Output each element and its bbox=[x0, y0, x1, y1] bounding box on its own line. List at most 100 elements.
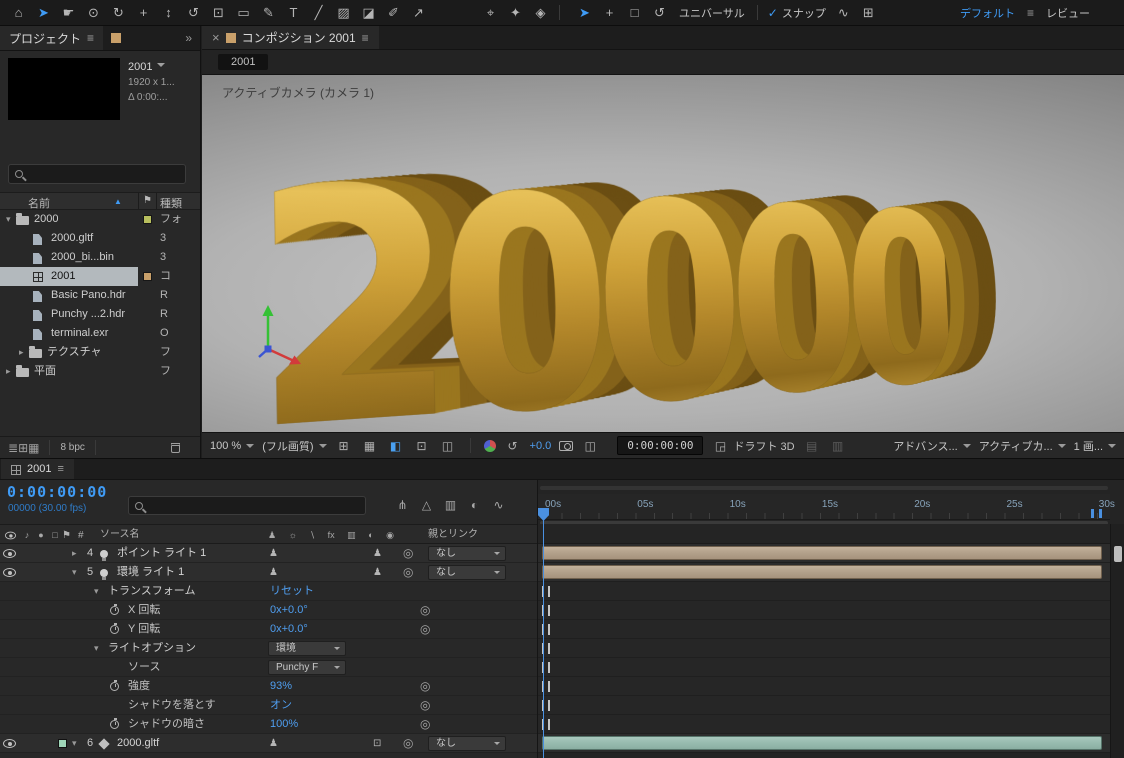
channel-icon[interactable] bbox=[483, 439, 496, 452]
tab-timeline[interactable]: 2001 ≡ bbox=[1, 459, 74, 479]
eye-icon[interactable] bbox=[3, 544, 17, 563]
axis-mode-local-icon[interactable]: ⌖ bbox=[478, 3, 503, 23]
footage-name[interactable]: 2001 bbox=[128, 60, 175, 75]
layer-duration-bar[interactable] bbox=[542, 546, 1102, 560]
layer-switch-icon[interactable]: ♟ bbox=[269, 544, 278, 563]
panel-menu-icon[interactable]: ≡ bbox=[362, 31, 369, 45]
orbit-camera-tool[interactable]: ↻ bbox=[106, 3, 131, 23]
column-divider[interactable] bbox=[156, 193, 157, 209]
timeline-row[interactable]: ▾ トランスフォーム リセット bbox=[0, 582, 537, 601]
property-group-label[interactable]: ライトオプション bbox=[108, 639, 196, 658]
playhead-line[interactable] bbox=[543, 520, 544, 758]
project-item[interactable]: Punchy ...2.hdr R bbox=[0, 305, 200, 324]
track-row[interactable] bbox=[538, 715, 1110, 734]
project-item[interactable]: Basic Pano.hdr R bbox=[0, 286, 200, 305]
tab-project[interactable]: プロジェクト ≡ bbox=[0, 26, 104, 50]
parent-dropdown[interactable]: なし bbox=[428, 565, 506, 580]
source-name-column[interactable]: ソース名 bbox=[100, 525, 140, 545]
track-row[interactable] bbox=[538, 544, 1110, 563]
eye-icon[interactable] bbox=[3, 563, 17, 582]
parent-link-column[interactable]: 親とリンク bbox=[428, 525, 478, 545]
transparency-grid-icon[interactable]: ▦ bbox=[361, 439, 379, 453]
pickwhip-icon[interactable]: ◎ bbox=[420, 601, 430, 620]
track-row[interactable] bbox=[538, 582, 1110, 601]
axis-gizmo[interactable] bbox=[246, 303, 316, 378]
frame-blend-icon[interactable]: ▥ bbox=[442, 496, 459, 514]
label-color-chip[interactable] bbox=[58, 739, 67, 748]
twirl-icon[interactable]: ▾ bbox=[6, 210, 11, 229]
stopwatch-icon[interactable] bbox=[110, 620, 119, 639]
snapshot-icon[interactable] bbox=[559, 440, 574, 451]
workspace-menu-icon[interactable]: ≡ bbox=[1027, 6, 1034, 20]
stopwatch-icon[interactable] bbox=[110, 677, 119, 696]
snap-options-icon[interactable]: ∿ bbox=[831, 3, 856, 23]
adjustment-switch-icon[interactable]: ◉ bbox=[386, 525, 394, 545]
property-label[interactable]: ソース bbox=[128, 658, 160, 677]
current-time-display[interactable]: 0:00:00:00 bbox=[7, 483, 107, 501]
project-item[interactable]: terminal.exr O bbox=[0, 324, 200, 343]
close-icon[interactable]: × bbox=[212, 30, 220, 45]
guides-icon[interactable]: ◫ bbox=[439, 439, 457, 453]
motion-blur-switch-icon[interactable]: ◐ bbox=[368, 525, 373, 545]
layer-switch-icon[interactable]: ♟ bbox=[373, 544, 382, 563]
view-dropdown[interactable]: アクティブカ... bbox=[979, 438, 1066, 454]
show-snapshot-icon[interactable]: ◫ bbox=[581, 439, 599, 453]
timeline-row[interactable]: ▾ 5 環境 ライト 1 ♟ ♟ ◎ なし bbox=[0, 563, 537, 582]
track-row[interactable] bbox=[538, 734, 1110, 753]
track-row[interactable] bbox=[538, 696, 1110, 715]
panel-expand-icon[interactable]: » bbox=[185, 31, 200, 45]
pen-tool[interactable]: ✎ bbox=[256, 3, 281, 23]
label-column-icon[interactable]: ⚑ bbox=[62, 530, 71, 541]
frame-blend-switch-icon[interactable]: ▥ bbox=[347, 525, 356, 545]
track-row[interactable] bbox=[538, 563, 1110, 582]
new-composition-icon[interactable]: ▦ bbox=[28, 441, 39, 455]
project-item[interactable]: ▸ 平面 フ bbox=[0, 362, 200, 381]
selection-gizmo-icon[interactable]: ➤ bbox=[572, 3, 597, 23]
layer-name[interactable]: ポイント ライト 1 bbox=[117, 544, 206, 563]
clone-stamp-tool[interactable]: ▨ bbox=[331, 3, 356, 23]
pickwhip-icon[interactable]: ◎ bbox=[420, 715, 430, 734]
shape-tool[interactable]: ▭ bbox=[231, 3, 256, 23]
stopwatch-icon[interactable] bbox=[110, 715, 119, 734]
eye-icon[interactable] bbox=[3, 734, 17, 753]
twirl-icon[interactable]: ▾ bbox=[94, 639, 99, 658]
snap-toggle[interactable]: ✓ スナップ bbox=[768, 5, 826, 21]
draft-3d-toggle[interactable]: ◲ ドラフト 3D bbox=[711, 438, 795, 454]
vertical-scrollbar[interactable] bbox=[1110, 524, 1124, 758]
timeline-search-input[interactable] bbox=[148, 499, 359, 512]
tab-composition[interactable]: × コンポジション 2001 ≡ bbox=[202, 26, 379, 49]
puppet-pin-tool[interactable]: ↗ bbox=[406, 3, 431, 23]
layer-duration-bar[interactable] bbox=[542, 565, 1102, 579]
time-ruler[interactable]: 00s 05s 10s 15s 20s 25s 30s bbox=[538, 494, 1115, 520]
motion-blur-icon[interactable]: ◐ bbox=[466, 496, 483, 514]
view-layout-dropdown[interactable]: 1 画... bbox=[1074, 438, 1116, 454]
collapse-switch-icon[interactable]: ☼ bbox=[289, 525, 297, 545]
fast-previews-icon[interactable]: ▤ bbox=[803, 439, 821, 453]
property-value[interactable]: 0x+0.0° bbox=[270, 601, 308, 620]
layer-switch-icon[interactable]: ♟ bbox=[373, 563, 382, 582]
property-dropdown[interactable]: Punchy F bbox=[268, 660, 346, 675]
timeline-search[interactable] bbox=[128, 496, 366, 515]
timeline-row[interactable]: ソース Punchy F bbox=[0, 658, 537, 677]
number-column-icon[interactable]: # bbox=[78, 530, 84, 541]
twirl-icon[interactable]: ▾ bbox=[72, 734, 77, 753]
twirl-icon[interactable]: ▾ bbox=[72, 563, 77, 582]
layer-name[interactable]: 環境 ライト 1 bbox=[117, 563, 184, 582]
property-label[interactable]: X 回転 bbox=[128, 601, 160, 620]
timeline-row[interactable]: シャドウの暗さ 100% ◎ bbox=[0, 715, 537, 734]
axis-mode-view-icon[interactable]: ◈ bbox=[528, 3, 553, 23]
timeline-row[interactable]: ▾ 6 2000.gltf ♟ ⊡ ◎ なし bbox=[0, 734, 537, 753]
quality-switch-icon[interactable]: ∖ bbox=[309, 525, 315, 545]
panel-menu-icon[interactable]: ≡ bbox=[57, 463, 63, 475]
property-value[interactable]: 93% bbox=[270, 677, 292, 696]
resolution-dropdown[interactable]: (フル画質) bbox=[262, 438, 326, 454]
grid-options-icon[interactable]: ⊞ bbox=[335, 439, 353, 453]
timeline-row[interactable]: Y 回転 0x+0.0° ◎ bbox=[0, 620, 537, 639]
stopwatch-icon[interactable] bbox=[110, 601, 119, 620]
project-item[interactable]: 2000_bi...bin 3 bbox=[0, 248, 200, 267]
twirl-icon[interactable]: ▸ bbox=[19, 343, 24, 362]
rotate-gizmo-icon[interactable]: ↺ bbox=[647, 3, 672, 23]
track-row[interactable] bbox=[538, 658, 1110, 677]
type-column-header[interactable]: 種類 bbox=[160, 195, 182, 211]
shy-switch-icon[interactable]: ♟ bbox=[268, 525, 276, 545]
